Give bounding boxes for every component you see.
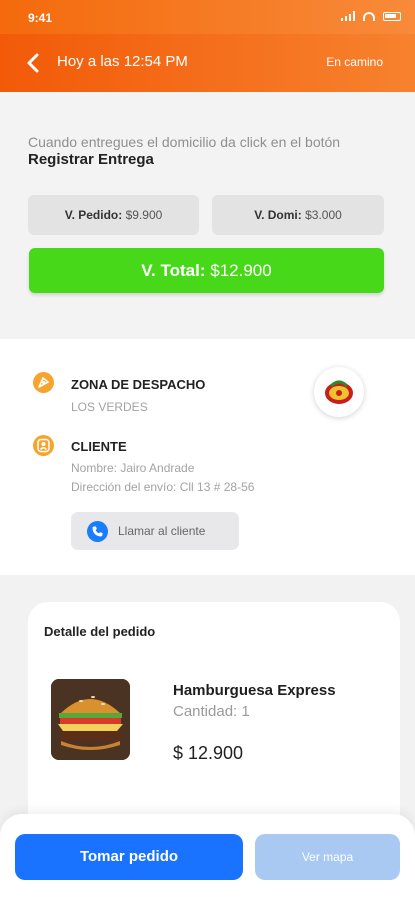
dispatch-zone-icon [33, 372, 54, 393]
order-value-box: V. Pedido: $9.900 [28, 195, 199, 235]
signal-icon [341, 11, 356, 22]
dispatch-info-card: ZONA DE DESPACHO LOS VERDES CLIENTE Nomb… [0, 339, 415, 575]
delivery-value: $3.000 [305, 208, 342, 222]
order-detail-card: Detalle del pedido Hamburguesa Express C… [28, 602, 400, 842]
header: Hoy a las 12:54 PM En camino [0, 34, 415, 92]
header-title: Hoy a las 12:54 PM [57, 53, 188, 70]
order-value: $9.900 [125, 208, 163, 222]
delivery-value-box: V. Domi: $3.000 [212, 195, 384, 235]
order-detail-title: Detalle del pedido [44, 624, 156, 639]
status-icons [341, 11, 401, 22]
zone-name: LOS VERDES [71, 400, 148, 414]
delivery-value-label: V. Domi: [254, 208, 302, 222]
client-address: Dirección del envío: Cll 13 # 28-56 [71, 480, 255, 494]
take-order-button[interactable]: Tomar pedido [15, 834, 243, 880]
instruction-action-text: Registrar Entrega [28, 151, 154, 168]
order-value-label: V. Pedido: [64, 208, 123, 222]
wifi-icon [363, 11, 376, 21]
client-icon [33, 435, 54, 456]
call-client-button[interactable]: Llamar al cliente [71, 512, 239, 550]
zone-title: ZONA DE DESPACHO [71, 377, 206, 392]
client-name: Nombre: Jairo Andrade [71, 461, 195, 475]
bottom-action-bar: Tomar pedido Ver mapa [0, 814, 415, 900]
total-value-button[interactable]: V. Total: $12.900 [29, 248, 384, 293]
view-map-button[interactable]: Ver mapa [255, 834, 400, 880]
total-value: $12.900 [210, 261, 272, 280]
client-title: CLIENTE [71, 439, 127, 454]
item-quantity: Cantidad: 1 [173, 703, 250, 720]
battery-icon [383, 11, 401, 21]
status-bar: 9:41 [0, 0, 415, 34]
restaurant-logo [314, 367, 364, 417]
item-name: Hamburguesa Express [173, 682, 336, 699]
item-price: $ 12.900 [173, 743, 244, 763]
order-status: En camino [326, 55, 383, 69]
delivery-summary-card: Cuando entregues el domicilio da click e… [0, 92, 415, 337]
total-value-label: V. Total: [141, 261, 206, 280]
instruction-text: Cuando entregues el domicilio da click e… [28, 134, 341, 150]
status-time: 9:41 [28, 11, 53, 25]
phone-icon [87, 521, 108, 542]
call-client-label: Llamar al cliente [118, 524, 206, 538]
back-icon[interactable] [22, 51, 46, 75]
burger-image [51, 679, 130, 760]
